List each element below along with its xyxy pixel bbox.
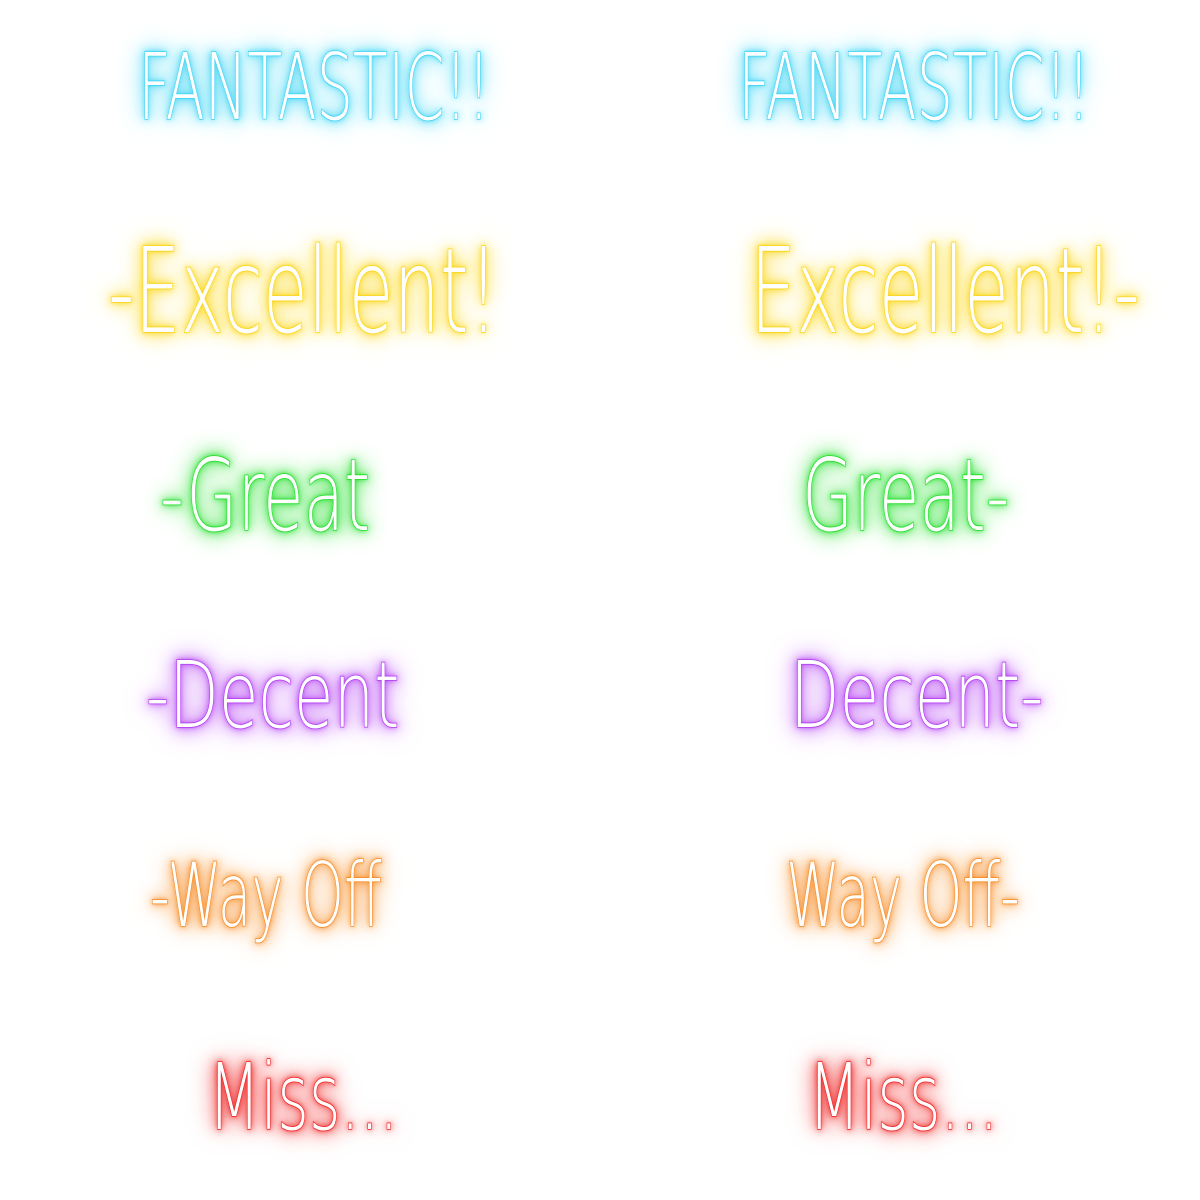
judgment-way-off-left: -Way Off — [150, 844, 383, 947]
judgment-sprite-sheet: FANTASTIC!! -Excellent! -Great -Decent -… — [0, 0, 1200, 1200]
judgment-fantastic-left: FANTASTIC!! — [138, 34, 491, 141]
judgment-great-left: -Great — [159, 437, 370, 554]
judgment-decent-right: Decent- — [789, 642, 1044, 749]
judgment-way-off-right: Way Off- — [786, 844, 1021, 947]
judgment-excellent-right: Excellent!- — [750, 222, 1141, 360]
judgment-great-right: Great- — [801, 437, 1010, 554]
judgment-fantastic-right: FANTASTIC!! — [738, 34, 1091, 141]
judgment-miss-left: Miss... — [207, 1044, 399, 1151]
judgment-miss-right: Miss... — [807, 1044, 999, 1151]
judgment-decent-left: -Decent — [145, 642, 400, 749]
right-judgment-column: FANTASTIC!! Excellent!- Great- Decent- W… — [600, 0, 1200, 1200]
judgment-excellent-left: -Excellent! — [108, 222, 499, 360]
left-judgment-column: FANTASTIC!! -Excellent! -Great -Decent -… — [0, 0, 600, 1200]
